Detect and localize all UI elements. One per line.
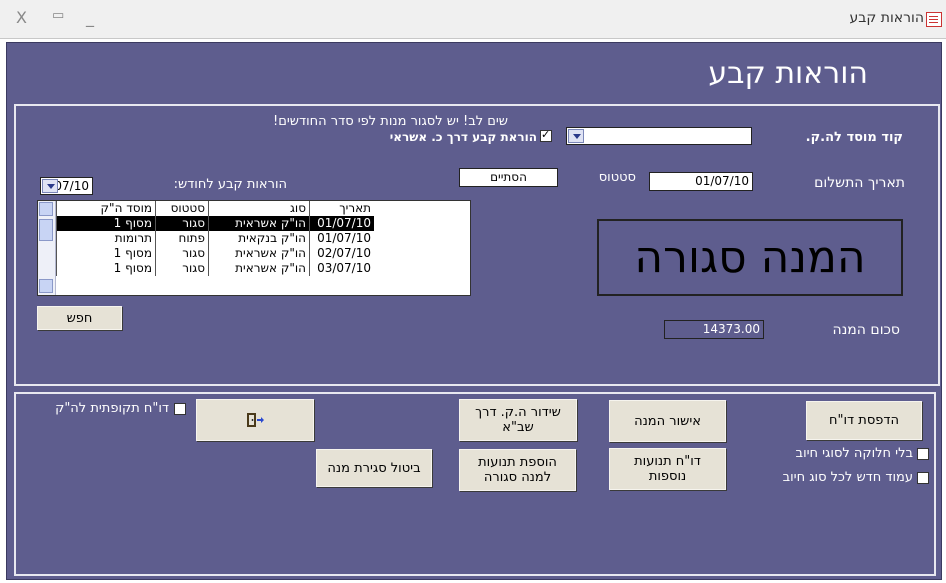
chevron-down-icon[interactable]: [568, 129, 584, 143]
list-header: תאריך סוג סטטוס מוסד ה"ק: [56, 201, 374, 216]
form-icon: [926, 12, 942, 27]
column-header-status: סטטוס: [155, 201, 209, 216]
row-date: 01/07/10: [309, 231, 374, 246]
row-type: הו"ק אשראית: [208, 261, 310, 276]
status-label: סטטוס: [598, 170, 636, 185]
row-status: סגור: [155, 216, 209, 231]
row-type: הו"ק בנקאית: [208, 231, 310, 246]
no-split-label: בלי חלוקה לסוגי חיוב: [795, 446, 913, 461]
scroll-thumb[interactable]: [39, 219, 53, 241]
maximize-window-icon[interactable]: ▭: [52, 8, 64, 23]
minimize-window-icon[interactable]: _: [86, 8, 94, 27]
row-code: מסוף 1: [56, 246, 156, 261]
row-status: סגור: [155, 246, 209, 261]
row-date: 01/07/10: [309, 216, 374, 231]
close-window-icon[interactable]: X: [16, 8, 27, 27]
row-type: הו"ק אשראית: [208, 216, 310, 231]
row-type: הו"ק אשראית: [208, 246, 310, 261]
payment-date-label: תאריך התשלום: [814, 175, 905, 191]
search-button[interactable]: חפש: [37, 306, 122, 330]
institution-code-label: קוד מוסד לה.ק.: [805, 130, 903, 145]
row-code: תרומות: [56, 231, 156, 246]
row-code: מסוף 1: [56, 261, 156, 276]
new-column-checkbox[interactable]: [917, 472, 929, 484]
row-date: 02/07/10: [309, 246, 374, 261]
batch-status-display: המנה סגורה: [597, 219, 903, 296]
new-column-label: עמוד חדש לכל סוג חיוב: [782, 470, 913, 485]
standing-orders-list[interactable]: תאריך סוג סטטוס מוסד ה"ק 01/07/10 הו"ק א…: [37, 200, 471, 296]
month-combobox[interactable]: 07/10: [40, 177, 93, 195]
column-header-type: סוג: [208, 201, 310, 216]
row-date: 03/07/10: [309, 261, 374, 276]
column-header-code: מוסד ה"ק: [56, 201, 156, 216]
batch-total-field: 14373.00: [664, 320, 764, 339]
no-split-checkbox[interactable]: [917, 448, 929, 460]
warning-text: שים לב! יש לסגור מנות לפי סדר החודשים!: [273, 114, 508, 129]
cancel-batch-close-button[interactable]: ביטול סגירת מנה: [316, 449, 432, 487]
periodic-report-label: דו"ח תקופתית לה"ק: [55, 401, 169, 416]
credit-standing-order-checkbox[interactable]: [540, 128, 552, 142]
list-row[interactable]: 02/07/10 הו"ק אשראית סגור מסוף 1: [56, 246, 374, 261]
month-label: הוראות קבע לחודש:: [173, 177, 287, 192]
print-report-button[interactable]: הדפסת דו"ח: [806, 401, 922, 440]
credit-standing-order-label: הוראת קבע דרך כ. אשראי: [389, 130, 537, 144]
list-row[interactable]: 01/07/10 הו"ק בנקאית פתוח תרומות: [56, 231, 374, 246]
column-header-date: תאריך: [309, 201, 374, 216]
scroll-down-icon[interactable]: [39, 279, 53, 293]
periodic-report-checkbox[interactable]: [174, 403, 186, 415]
institution-code-combobox[interactable]: [566, 127, 752, 145]
window-titlebar: X ▭ _ הוראות קבע: [0, 0, 946, 39]
scroll-up-icon[interactable]: [39, 202, 53, 216]
list-scrollbar[interactable]: [38, 201, 56, 295]
row-status: פתוח: [155, 231, 209, 246]
exit-button[interactable]: [196, 399, 314, 441]
send-standing-order-button[interactable]: שידור ה.ק. דרך שב"א: [459, 399, 577, 441]
add-transactions-closed-batch-button[interactable]: הוספת תנועות למנה סגורה: [459, 449, 576, 491]
form-heading: הוראות קבע: [708, 56, 868, 91]
batch-total-label: סכום המנה: [832, 322, 900, 338]
row-code: מסוף 1: [56, 216, 156, 231]
exit-door-icon: [247, 413, 264, 427]
payment-date-field[interactable]: 01/07/10: [649, 172, 753, 191]
chevron-down-icon[interactable]: [42, 179, 58, 193]
window-title: הוראות קבע: [849, 10, 924, 26]
status-field: הסתיים: [459, 168, 558, 187]
approve-batch-button[interactable]: אישור המנה: [609, 400, 726, 442]
list-row[interactable]: 03/07/10 הו"ק אשראית סגור מסוף 1: [56, 261, 374, 276]
additional-transactions-report-button[interactable]: דו"ח תנועות נוספות: [609, 448, 726, 490]
row-status: סגור: [155, 261, 209, 276]
list-row[interactable]: 01/07/10 הו"ק אשראית סגור מסוף 1: [56, 216, 374, 231]
